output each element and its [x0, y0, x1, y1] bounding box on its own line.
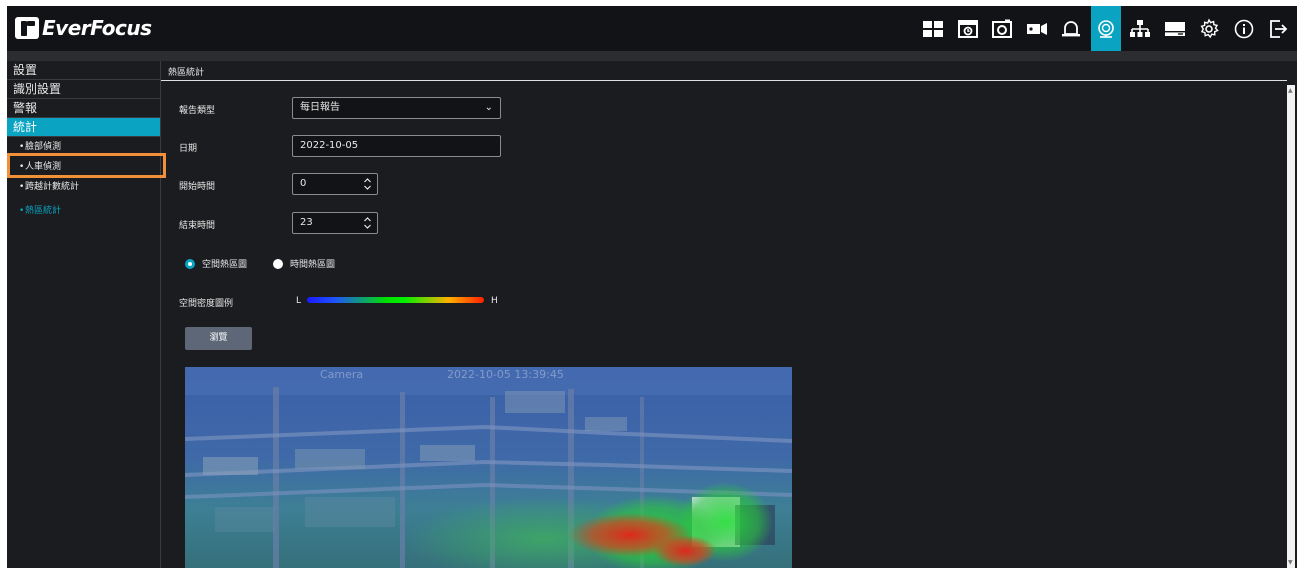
main-panel: 熱區統計 報告類型 每日報告 ⌄ 日期 2022-10-05 開始時間 0 結束… — [161, 61, 1297, 568]
everfocus-logo-icon — [15, 17, 39, 39]
sidebar-item-alarm[interactable]: 警報 — [7, 99, 160, 118]
chevron-down-icon: ⌄ — [484, 102, 493, 113]
storage-icon[interactable] — [1160, 6, 1190, 51]
date-field[interactable]: 2022-10-05 — [292, 135, 501, 157]
end-time-stepper[interactable]: 23 — [292, 212, 378, 234]
sidebar: 設置 識別設置 警報 統計 臉部偵測 人車偵測 跨越計數統計 熱區統計 — [7, 61, 161, 568]
end-time-value: 23 — [300, 217, 313, 228]
main-toolbar — [914, 6, 1294, 51]
sidebar-item-statistics[interactable]: 統計 — [7, 118, 160, 137]
page-title: 熱區統計 — [168, 68, 205, 78]
brand-name: EverFocus — [42, 16, 152, 40]
logout-icon[interactable] — [1263, 6, 1293, 51]
sidebar-subitem-line-crossing[interactable]: 跨越計數統計 — [7, 177, 160, 197]
heatmap-image: Camera 2022-10-05 13:39:45 — [185, 367, 792, 568]
brand-logo: EverFocus — [15, 15, 152, 41]
app-window: EverFocus 設置 識別設置 警報 統計 • 臉部偵測 • 人車偵測 • … — [7, 6, 1297, 568]
ai-analytics-icon[interactable] — [1090, 6, 1121, 51]
heatmap-scene: Camera 2022-10-05 13:39:45 — [185, 367, 792, 568]
alarm-bell-icon[interactable] — [1056, 6, 1086, 51]
sidebar-item-settings[interactable]: 設置 — [7, 61, 160, 80]
sidebar-subitem-heatmap[interactable]: 熱區統計 — [7, 201, 160, 221]
legend-low: L — [296, 296, 302, 306]
report-type-select[interactable]: 每日報告 ⌄ — [292, 97, 501, 119]
date-label: 日期 — [179, 144, 198, 154]
selection-highlight-box — [7, 153, 166, 178]
start-time-value: 0 — [300, 178, 307, 189]
playback-icon[interactable] — [953, 6, 983, 51]
density-gradient-bar — [307, 297, 484, 303]
report-type-value: 每日報告 — [300, 102, 340, 113]
camera-overlay-text: Camera — [320, 368, 363, 381]
page-title-bar: 熱區統計 — [161, 61, 1287, 81]
settings-icon[interactable] — [1194, 6, 1224, 51]
date-value: 2022-10-05 — [300, 140, 359, 151]
network-icon[interactable] — [1125, 6, 1155, 51]
camera-icon[interactable] — [1022, 6, 1052, 51]
legend-high: H — [491, 296, 498, 306]
snapshot-icon[interactable] — [987, 6, 1017, 51]
report-type-label: 報告類型 — [179, 106, 216, 116]
scroll-up-icon[interactable]: ▲ — [1288, 87, 1293, 94]
radio-time-label: 時間熱區圖 — [290, 260, 336, 270]
start-time-label: 開始時間 — [179, 182, 216, 192]
spinner-arrows-icon[interactable] — [363, 215, 372, 231]
header-divider — [7, 51, 1297, 61]
top-bar: EverFocus — [7, 6, 1297, 51]
scroll-down-icon[interactable]: ▼ — [1288, 559, 1293, 566]
info-icon[interactable] — [1229, 6, 1259, 51]
live-view-grid-icon[interactable] — [918, 6, 948, 51]
view-button[interactable]: 瀏覽 — [185, 327, 252, 350]
radio-space-heatmap[interactable]: 空間熱區圖 — [185, 257, 247, 270]
sidebar-item-recognition[interactable]: 識別設置 — [7, 80, 160, 99]
radio-unselected-icon[interactable] — [273, 258, 283, 269]
spinner-arrows-icon[interactable] — [363, 176, 372, 192]
timestamp-overlay-text: 2022-10-05 13:39:45 — [447, 368, 564, 381]
start-time-stepper[interactable]: 0 — [292, 173, 378, 195]
vertical-scrollbar[interactable]: ▲ ▼ — [1287, 85, 1295, 568]
radio-space-label: 空間熱區圖 — [202, 260, 248, 270]
radio-selected-icon[interactable] — [185, 258, 195, 269]
radio-time-heatmap[interactable]: 時間熱區圖 — [273, 257, 335, 270]
end-time-label: 結束時間 — [179, 221, 216, 231]
legend-label: 空間密度圖例 — [179, 299, 234, 309]
